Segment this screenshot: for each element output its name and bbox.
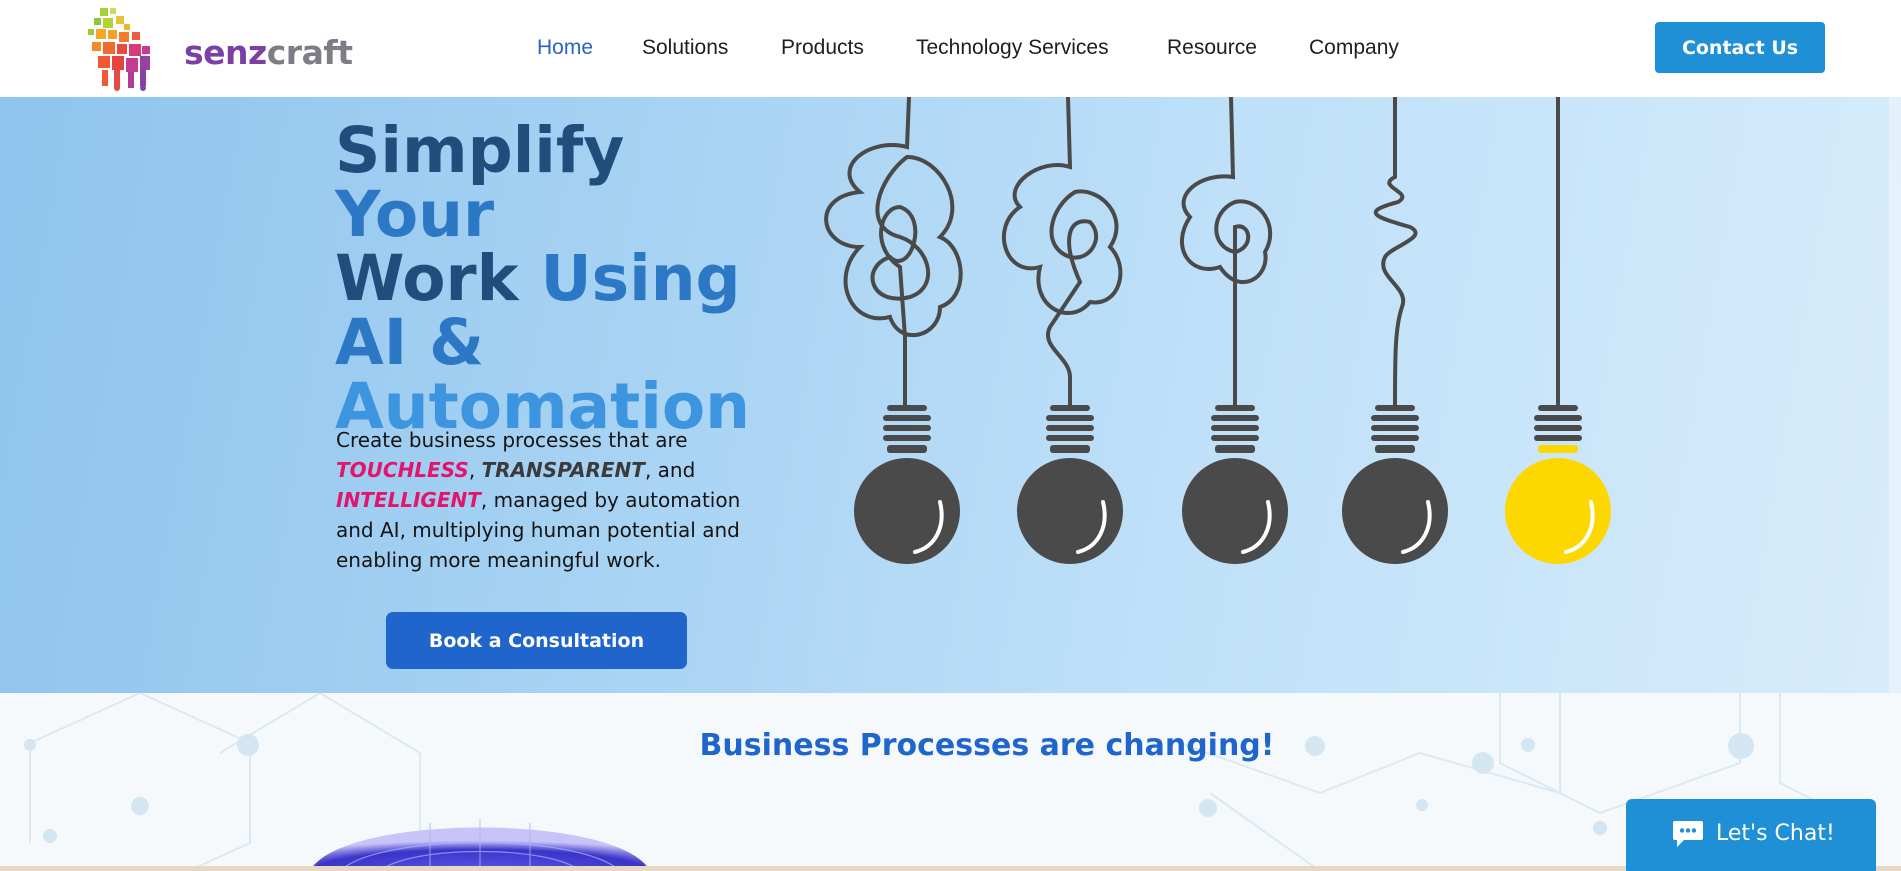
live-chat-widget[interactable]: Let's Chat! [1626,799,1876,871]
nav-solutions[interactable]: Solutions [642,36,728,60]
chat-label: Let's Chat! [1716,821,1835,846]
headline-word: Your [335,178,495,251]
keyword-transparent: TRANSPARENT [481,458,645,482]
book-consultation-button[interactable]: Book a Consultation [386,612,687,669]
keyword-intelligent: INTELLIGENT [336,488,481,512]
hero-headline: Simplify Your Work Using AI & Automation [335,119,795,439]
nav-technology-services[interactable]: Technology Services [916,36,1109,60]
lightbulbs-illustration [824,97,1611,564]
nav-home[interactable]: Home [537,36,593,60]
nav-company[interactable]: Company [1309,36,1399,60]
headline-word: Work [335,242,519,315]
page-scrollbar[interactable] [1889,97,1901,693]
hero-section: Simplify Your Work Using AI & Automation… [0,97,1901,693]
bulb-3 [1182,405,1288,564]
bottom-divider [0,866,1901,871]
headline-word: Simplify [335,114,625,187]
contact-us-button[interactable]: Contact Us [1655,22,1825,73]
chat-bubble-icon [1673,821,1703,847]
logo-mark-icon [88,8,150,91]
keyword-touchless: TOUCHLESS [336,458,469,482]
brand-logo[interactable]: senzcraft [84,2,353,94]
nav-resource[interactable]: Resource [1167,36,1257,60]
headline-word: AI & [335,306,485,379]
digital-globe-image [310,819,650,871]
bulb-1 [854,405,960,564]
bulb-5-lit [1505,405,1611,564]
site-header: senzcraft Home Solutions Products Techno… [0,0,1901,97]
brand-name: senzcraft [184,33,353,72]
section-title: Business Processes are changing! [699,728,1275,763]
headline-word: Using [540,242,741,315]
hexagon-pattern-background [24,693,1861,871]
nav-products[interactable]: Products [781,36,864,60]
hero-description: Create business processes that are TOUCH… [336,428,741,572]
bulb-4 [1342,405,1448,564]
bulb-2 [1017,405,1123,564]
business-processes-section: Business Processes are changing! [0,693,1901,871]
